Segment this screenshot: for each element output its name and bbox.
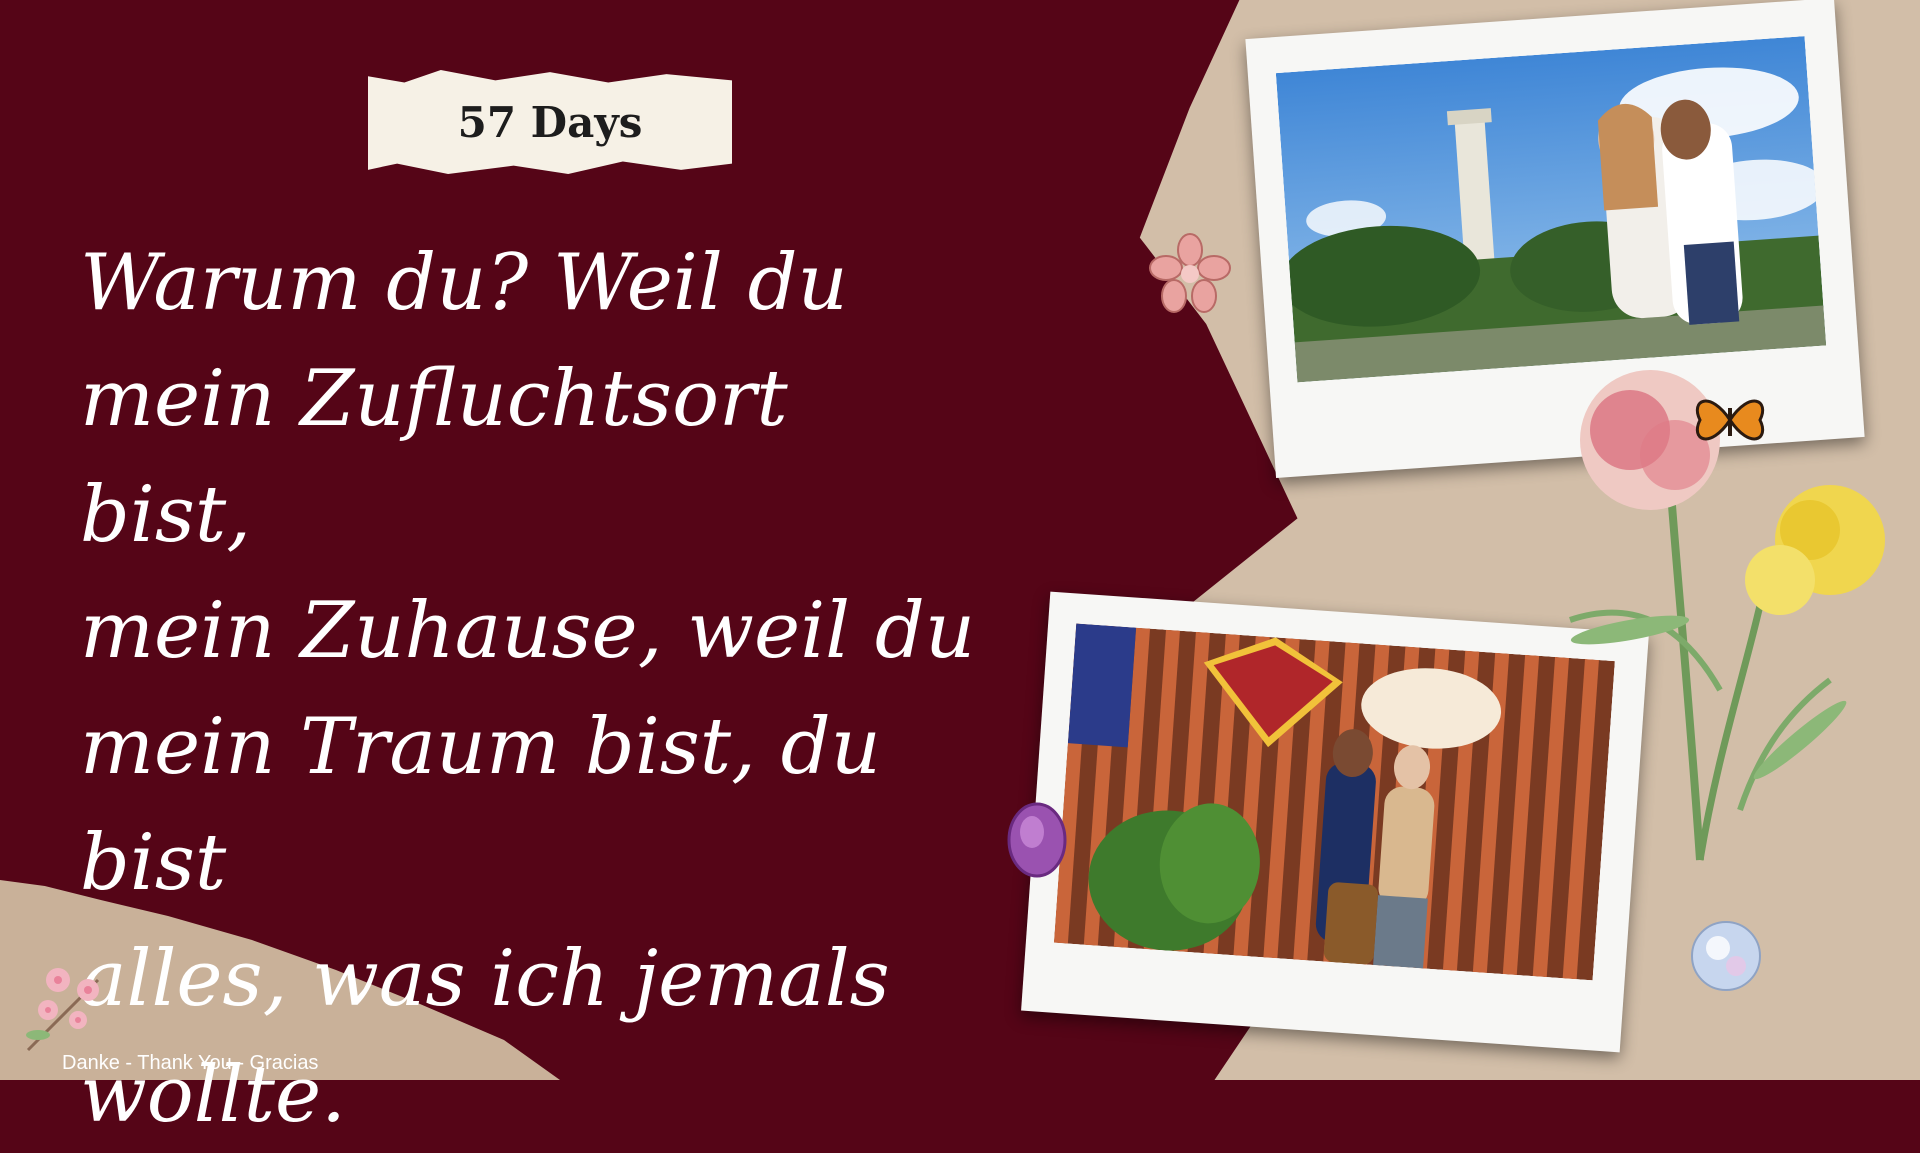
title-tag: 57 Days [368,70,732,174]
title-tag-text: 57 Days [457,97,643,147]
photo-couple-monument [1275,36,1827,383]
cherry-blossom-icon [26,968,100,1052]
butterfly-icon [1695,399,1765,441]
photo-couple-monument-image [1275,36,1827,383]
message-text: Warum du? Weil du mein Zufluchtsort bist… [80,238,976,1140]
purple-gem-icon [1007,802,1067,878]
pink-flower-gem-icon [1149,233,1231,313]
crystal-gem-icon [1691,921,1761,991]
